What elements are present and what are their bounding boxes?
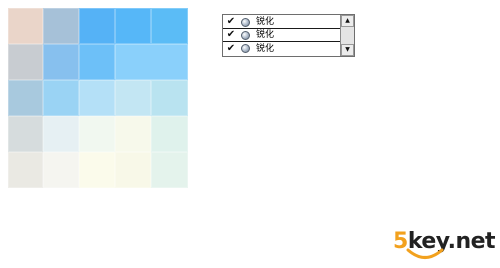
color-swatch-cell	[151, 80, 188, 116]
effects-list-panel: ✔ 锐化 ✔ 锐化 ✔ 锐化 ▲ ▼	[222, 14, 355, 57]
vertical-scrollbar[interactable]: ▲ ▼	[340, 15, 354, 56]
scroll-down-arrow-icon[interactable]: ▼	[341, 44, 354, 56]
color-swatch-cell	[8, 116, 43, 152]
visibility-checkmark-icon[interactable]: ✔	[225, 29, 237, 41]
color-swatch-cell	[115, 80, 151, 116]
color-swatch-cell	[79, 44, 115, 80]
color-swatch-cell	[151, 116, 188, 152]
color-swatch-cell	[8, 80, 43, 116]
color-swatch-cell	[8, 152, 43, 188]
color-swatch-cell	[43, 80, 79, 116]
color-swatch-cell	[115, 152, 151, 188]
color-swatch-cell	[43, 116, 79, 152]
color-swatch-cell	[43, 8, 79, 44]
color-swatch-cell	[43, 44, 79, 80]
color-swatch-cell	[151, 8, 188, 44]
smile-arc-icon	[406, 248, 444, 259]
site-watermark-logo: 5key.net	[393, 225, 497, 265]
effect-label: 锐化	[256, 43, 275, 54]
effect-row[interactable]: ✔ 锐化	[223, 29, 341, 42]
color-swatch-cell	[115, 8, 151, 44]
effect-icon	[241, 17, 250, 27]
scroll-up-arrow-icon[interactable]: ▲	[341, 15, 354, 27]
effect-row[interactable]: ✔ 锐化	[223, 16, 341, 29]
color-swatch-cell	[151, 152, 188, 188]
color-swatch-cell	[115, 44, 188, 80]
color-swatch-cell	[8, 44, 43, 80]
color-swatch-cell	[79, 80, 115, 116]
color-swatch-cell	[79, 152, 115, 188]
effect-label: 锐化	[256, 17, 275, 27]
color-swatch-cell	[43, 152, 79, 188]
color-swatch-cell	[79, 8, 115, 44]
color-swatch-grid	[8, 8, 188, 188]
effect-icon	[241, 30, 250, 40]
color-swatch-cell	[79, 116, 115, 152]
effect-icon	[241, 44, 250, 53]
visibility-checkmark-icon[interactable]: ✔	[225, 16, 237, 28]
effect-label: 锐化	[256, 30, 275, 40]
effect-row[interactable]: ✔ 锐化	[223, 42, 341, 55]
color-swatch-cell	[115, 116, 151, 152]
visibility-checkmark-icon[interactable]: ✔	[225, 43, 237, 55]
color-swatch-cell	[8, 8, 43, 44]
